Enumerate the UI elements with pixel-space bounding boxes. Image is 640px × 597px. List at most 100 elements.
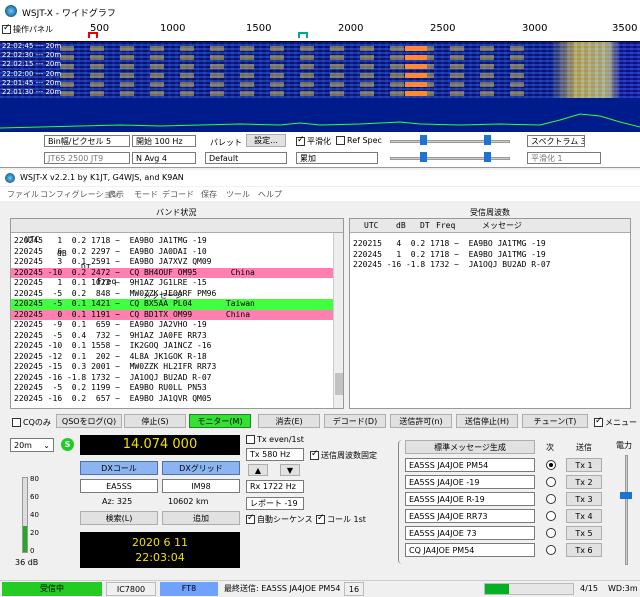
auto-seq-toggle[interactable]: 自動シーケンス <box>246 513 313 525</box>
band-activity-row[interactable]: 220245 -5 0.1 1421 ~ CQ BX5AA PL04 Taiwa… <box>11 299 333 310</box>
band-activity-row[interactable]: 220245 1 0.1 1022 ~ 9H1AZ JG1LRE -15 <box>11 278 333 289</box>
generate-messages-button[interactable]: 標準メッセージ生成 <box>405 440 535 454</box>
smooth-value-spin[interactable]: 平滑化 1 <box>527 152 601 164</box>
log-qso-button[interactable]: QSOをログ(Q) <box>56 414 122 428</box>
tx-next-radio[interactable] <box>546 477 556 487</box>
band-activity-row[interactable]: 220245 3 0.1 2591 ~ EA9BO JA7XVZ QM09 <box>11 257 333 268</box>
tx-even-checkbox[interactable] <box>246 435 255 444</box>
band-activity-row[interactable]: 220245 1 0.2 1718 ~ EA9BO JA1TMG -19 <box>11 236 333 247</box>
wide-slider-4-thumb[interactable] <box>484 152 491 162</box>
spectrum-percent-spin[interactable]: スペクトラム 30 % <box>527 135 585 147</box>
menu-decode[interactable]: デコード <box>162 189 194 200</box>
tx-next-radio[interactable] <box>546 545 556 555</box>
tx-message-field[interactable]: EA5SS JA4JOE 73 <box>405 526 535 540</box>
band-activity-row[interactable]: 220245 -12 0.1 202 ~ 4L8A JK1GOK R-18 <box>11 352 333 363</box>
wide-slider-3[interactable] <box>390 157 510 160</box>
spectrum-type-select[interactable]: 累加 <box>296 152 378 164</box>
rx-row[interactable]: 220215 4 0.2 1718 ~ EA9BO JA1TMG -19 <box>350 239 630 250</box>
tx-6-button[interactable]: Tx 6 <box>566 543 602 557</box>
jt-range-field[interactable]: JT65 2500 JT9 <box>44 152 130 164</box>
wide-slider-2-thumb[interactable] <box>484 135 491 145</box>
band-scrollbar[interactable] <box>333 233 343 408</box>
tx-5-button[interactable]: Tx 5 <box>566 526 602 540</box>
start-freq-spin[interactable]: 開始 100 Hz <box>132 135 196 147</box>
bins-per-pixel-spin[interactable]: Bin幅/ピクセル 5 <box>44 135 130 147</box>
menu-save[interactable]: 保存 <box>201 189 217 200</box>
tx-next-radio[interactable] <box>546 511 556 521</box>
dx-grid-field[interactable]: IM98 <box>162 479 240 493</box>
band-select[interactable]: 20m ⌄ <box>10 438 54 452</box>
band-activity-row[interactable]: 220245 0 0.1 1191 ~ CQ BD1TX OM99 China <box>11 309 333 320</box>
wide-slider-1-thumb[interactable] <box>420 135 427 145</box>
report-spin[interactable]: レポート -19 <box>246 497 304 510</box>
wide-slider-3-thumb[interactable] <box>420 152 427 162</box>
lookup-button[interactable]: 検索(L) <box>80 511 158 525</box>
smooth-checkbox[interactable] <box>296 135 305 146</box>
smooth-toggle[interactable]: 平滑化 <box>296 135 331 147</box>
dx-call-button[interactable]: DXコール <box>80 461 158 475</box>
call-1st-checkbox[interactable] <box>316 513 325 524</box>
menu-view[interactable]: 表示 <box>108 189 124 200</box>
band-scroll-thumb[interactable] <box>335 373 343 395</box>
band-activity-row[interactable]: 220245 -9 0.1 659 ~ EA9BO JA2VHO -19 <box>11 320 333 331</box>
tx-message-field[interactable]: EA5SS JA4JOE -19 <box>405 475 535 489</box>
rx-freq-spin[interactable]: Rx 1722 Hz <box>246 480 304 493</box>
power-slider-thumb[interactable] <box>620 492 632 499</box>
tx-down-button[interactable]: ▼ <box>280 464 300 476</box>
tx-message-field[interactable]: EA5SS JA4JOE RR73 <box>405 509 535 523</box>
menu-tools[interactable]: ツール <box>226 189 250 200</box>
tx-even-toggle[interactable]: Tx even/1st <box>246 435 304 444</box>
rx-row[interactable]: 220245 -16 -1.8 1732 ~ JA1OQJ BU2AD R-07 <box>350 260 630 271</box>
band-activity-row[interactable]: 220245 -5 0.2 1199 ~ EA9BO RU0LL PN53 <box>11 383 333 394</box>
band-activity-row[interactable]: 220245 -16 -1.8 1732 ~ JA1OQJ BU2AD R-07 <box>11 373 333 384</box>
tx-freq-spin[interactable]: Tx 580 Hz <box>246 448 304 461</box>
enable-tx-button[interactable]: 送信許可(n) <box>390 414 452 428</box>
tx-next-radio[interactable] <box>546 528 556 538</box>
palette-settings-button[interactable]: 設定... <box>246 134 286 147</box>
tune-button[interactable]: チューン(T) <box>522 414 588 428</box>
band-activity-list[interactable]: 220245 1 0.2 1718 ~ EA9BO JA1TMG -19 2202… <box>11 236 333 408</box>
palette-select[interactable]: Default <box>205 152 287 164</box>
wide-slider-1[interactable] <box>390 140 510 143</box>
auto-seq-checkbox[interactable] <box>246 513 255 524</box>
power-slider[interactable] <box>625 455 628 565</box>
dx-grid-button[interactable]: DXグリッド <box>162 461 240 475</box>
tx-1-button[interactable]: Tx 1 <box>566 458 602 472</box>
cq-only-checkbox[interactable] <box>12 418 21 427</box>
add-button[interactable]: 追加 <box>162 511 240 525</box>
tx-next-radio[interactable] <box>546 460 556 470</box>
halt-tx-button[interactable]: 送信停止(H) <box>456 414 518 428</box>
tx-message-field[interactable]: EA5SS JA4JOE R-19 <box>405 492 535 506</box>
rx-frequency-list[interactable]: 220215 4 0.2 1718 ~ EA9BO JA1TMG -19 220… <box>350 239 630 271</box>
n-avg-spin[interactable]: N Avg 4 <box>132 152 196 164</box>
band-activity-row[interactable]: 220245 6 0.2 2297 ~ EA9BO JA0DAI -10 <box>11 247 333 258</box>
tx-next-radio[interactable] <box>546 494 556 504</box>
tx-message-field[interactable]: CQ JA4JOE PM54 <box>405 543 535 557</box>
menus-toggle[interactable]: メニュー <box>594 416 637 428</box>
band-activity-row[interactable]: 220245 -10 0.2 2472 ~ CQ BH4OUF OM95 Chi… <box>11 267 333 278</box>
ref-spec-checkbox[interactable] <box>336 136 345 145</box>
tx-3-button[interactable]: Tx 3 <box>566 492 602 506</box>
tx-message-field[interactable]: EA5SS JA4JOE PM54 <box>405 458 535 472</box>
monitor-button[interactable]: モニター(M) <box>189 414 251 428</box>
band-activity-row[interactable]: 220245 -5 0.4 732 ~ 9H1AZ JA0FE RR73 <box>11 331 333 342</box>
band-activity-row[interactable]: 220245 -16 0.2 657 ~ EA9BO JA1QVR QM05 <box>11 394 333 405</box>
waterfall[interactable]: 22:02:45 --- 20m 22:02:30 --- 20m 22:02:… <box>0 42 640 98</box>
hold-tx-toggle[interactable]: 送信周波数固定 <box>310 449 377 461</box>
cq-only-toggle[interactable]: CQのみ <box>12 417 51 428</box>
dx-call-field[interactable]: EA5SS <box>80 479 158 493</box>
tx-2-button[interactable]: Tx 2 <box>566 475 602 489</box>
ref-spec-toggle[interactable]: Ref Spec <box>336 136 382 145</box>
band-activity-row[interactable]: 220245 -5 0.2 848 ~ MW0ZZK JE0ARF PM96 <box>11 289 333 300</box>
menus-checkbox[interactable] <box>594 416 603 427</box>
band-activity-row[interactable]: 220245 -15 0.3 2001 ~ MW0ZZK HL2IFR RR73 <box>11 362 333 373</box>
hold-tx-checkbox[interactable] <box>310 449 319 460</box>
erase-button[interactable]: 消去(E) <box>258 414 320 428</box>
call-1st-toggle[interactable]: コール 1st <box>316 513 366 525</box>
menu-help[interactable]: ヘルプ <box>258 189 282 200</box>
menu-mode[interactable]: モード <box>134 189 158 200</box>
menu-file[interactable]: ファイル <box>7 189 39 200</box>
tx-4-button[interactable]: Tx 4 <box>566 509 602 523</box>
rx-row[interactable]: 220245 1 0.2 1718 ~ EA9BO JA1TMG -19 <box>350 250 630 261</box>
tx-up-button[interactable]: ▲ <box>248 464 268 476</box>
